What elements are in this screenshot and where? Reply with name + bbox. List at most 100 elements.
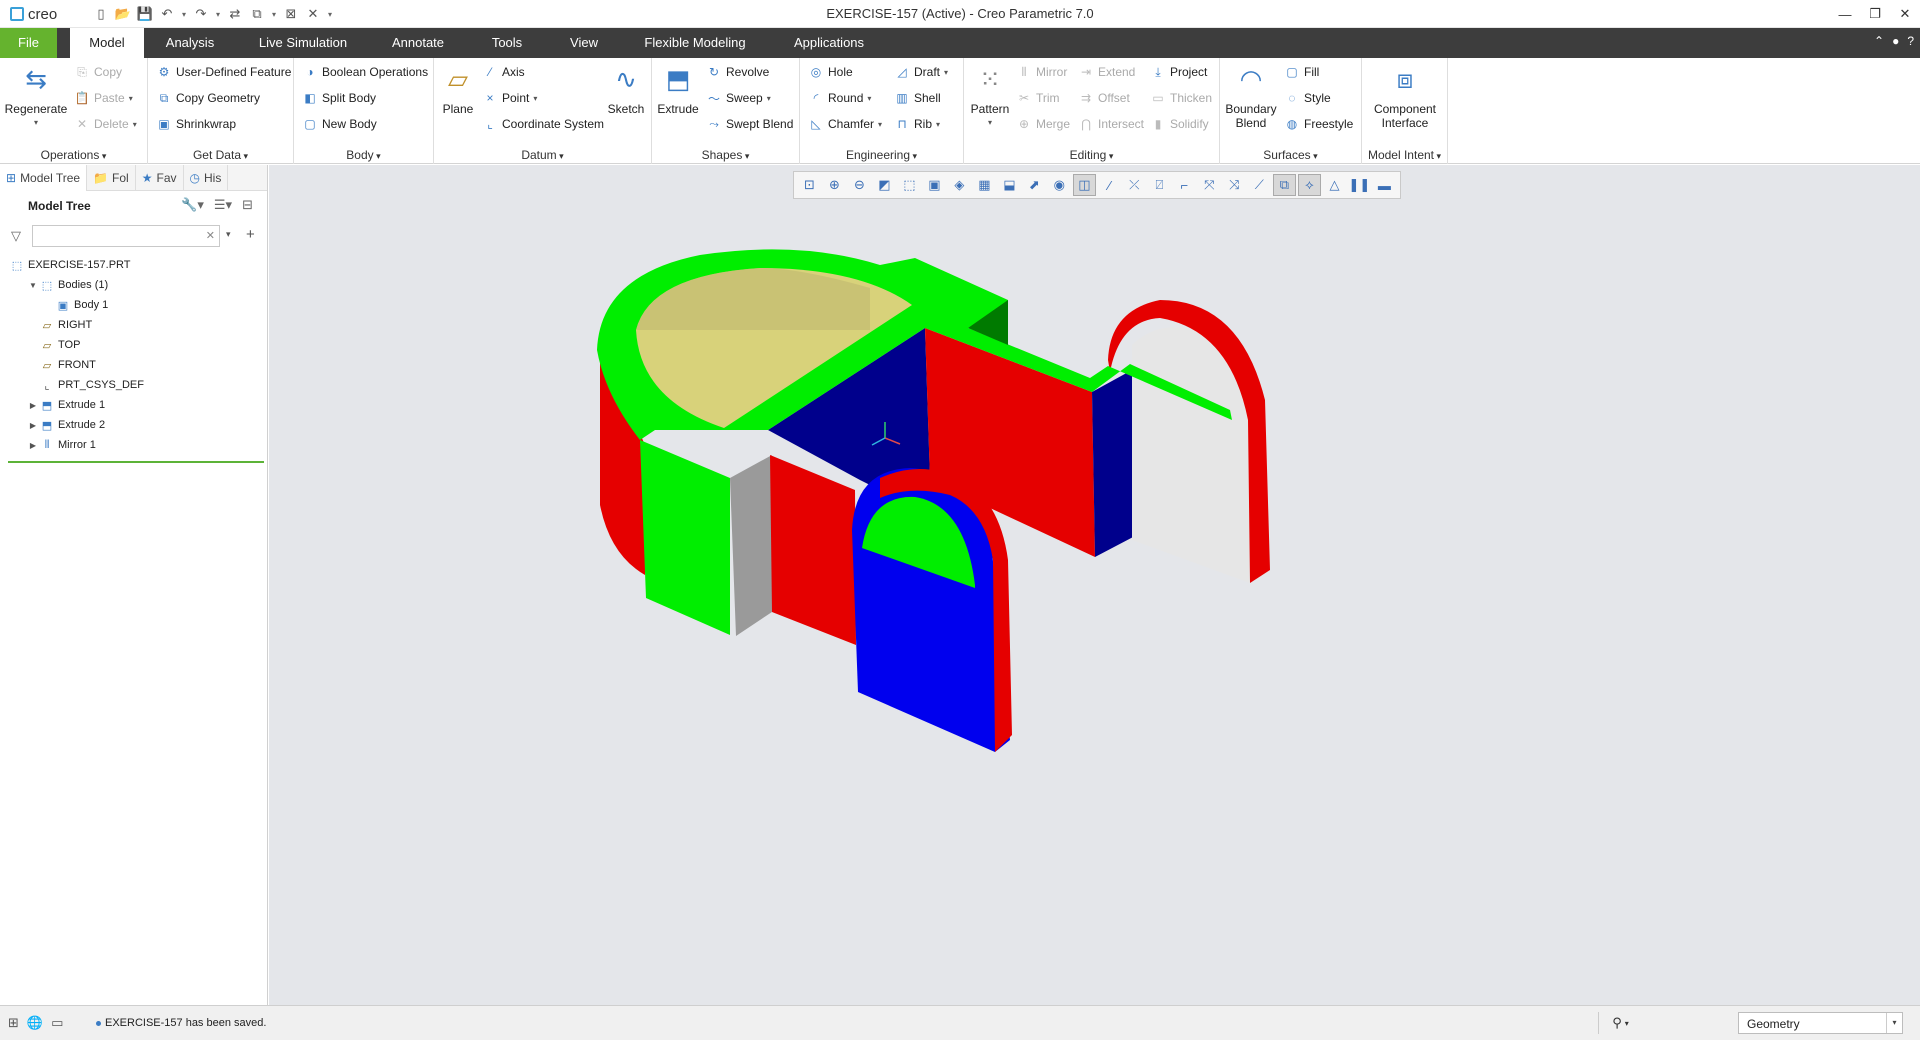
tab-model-tree[interactable]: ⊞ Model Tree bbox=[0, 165, 88, 191]
tab-file[interactable]: File bbox=[0, 28, 57, 58]
collapse-ribbon-icon[interactable]: ⌃ bbox=[1874, 34, 1884, 48]
tab-flexible-modeling[interactable]: Flexible Modeling bbox=[636, 28, 754, 58]
tree-filter-icon[interactable]: ⊟ bbox=[242, 197, 253, 213]
axis-button[interactable]: ⁄ Axis bbox=[482, 62, 525, 82]
open-file-icon[interactable]: 📂 bbox=[114, 5, 132, 23]
extend-button[interactable]: ⇥ Extend bbox=[1078, 62, 1135, 82]
project-button[interactable]: ⤓ Project bbox=[1150, 62, 1207, 82]
new-body-button[interactable]: ▢ New Body bbox=[302, 114, 376, 134]
datum-group-label[interactable]: Datum bbox=[434, 148, 651, 162]
windows-icon[interactable]: ⧉ bbox=[248, 5, 266, 23]
tree-item[interactable]: ▶ ⫴ Mirror 1 bbox=[0, 435, 268, 455]
tab-history[interactable]: ◷ His bbox=[184, 165, 229, 191]
tree-item[interactable]: ⌞ PRT_CSYS_DEF bbox=[0, 375, 268, 395]
tree-settings-icon[interactable]: 🔧▾ bbox=[181, 197, 204, 213]
tree-show-icon[interactable]: ☰▾ bbox=[214, 197, 232, 213]
surfaces-group-label[interactable]: Surfaces bbox=[1220, 148, 1361, 162]
hole-button[interactable]: ◎ Hole bbox=[808, 62, 853, 82]
new-file-icon[interactable]: ▯ bbox=[92, 5, 110, 23]
tree-item[interactable]: ▱ RIGHT bbox=[0, 315, 268, 335]
solidify-button[interactable]: ▮ Solidify bbox=[1150, 114, 1209, 134]
help-icon[interactable]: ? bbox=[1907, 34, 1914, 48]
expand-icon[interactable]: ▶ bbox=[28, 441, 38, 450]
merge-button[interactable]: ⊕ Merge bbox=[1016, 114, 1070, 134]
tab-applications[interactable]: Applications bbox=[784, 28, 874, 58]
restore-icon[interactable]: ❐ bbox=[1860, 0, 1890, 28]
tree-item[interactable]: ▱ TOP bbox=[0, 335, 268, 355]
tab-favorites[interactable]: ★ Fav bbox=[136, 165, 184, 191]
close-icon[interactable]: ✕ bbox=[1890, 0, 1920, 28]
toggle-navigator-icon[interactable]: ⊞ bbox=[8, 1015, 19, 1031]
redo-icon[interactable]: ↷ bbox=[192, 5, 210, 23]
mirror-button[interactable]: ⫴ Mirror bbox=[1016, 62, 1067, 82]
editing-group-label[interactable]: Editing bbox=[964, 148, 1219, 162]
coordinate-system-button[interactable]: ⌞ Coordinate System bbox=[482, 114, 604, 134]
plane-button[interactable]: ▱ Plane bbox=[438, 62, 478, 116]
get-data-group-label[interactable]: Get Data bbox=[148, 148, 293, 162]
toggle-browser-icon[interactable]: 🌐 bbox=[27, 1015, 43, 1031]
part-model-view[interactable] bbox=[269, 165, 1920, 1005]
boundary-blend-button[interactable]: ◠ Boundary Blend bbox=[1224, 62, 1278, 130]
draft-button[interactable]: ◿ Draft ▾ bbox=[894, 62, 948, 82]
fill-button[interactable]: ▢ Fill bbox=[1284, 62, 1319, 82]
component-interface-button[interactable]: ⧈ Component Interface bbox=[1366, 62, 1444, 130]
save-icon[interactable]: 💾 bbox=[136, 5, 154, 23]
graphics-viewport[interactable]: ⊡ ⊕ ⊖ ◩ ⬚ ▣ ◈ ▦ ⬓ ⬈ ◉ ◫ ⁄ ⤫ ⍁ ⌐ ⤧ ⤨ ⟋ ⧉ … bbox=[269, 165, 1920, 1005]
round-button[interactable]: ◜ Round ▾ bbox=[808, 88, 872, 108]
regenerate-small-icon[interactable]: ⇄ bbox=[226, 5, 244, 23]
intersect-button[interactable]: ⋂ Intersect bbox=[1078, 114, 1144, 134]
extrude-button[interactable]: ⬒ Extrude bbox=[656, 62, 700, 116]
shrinkwrap-button[interactable]: ▣ Shrinkwrap bbox=[156, 114, 236, 134]
chamfer-button[interactable]: ◺ Chamfer ▾ bbox=[808, 114, 882, 134]
copy-button[interactable]: ⎘ Copy bbox=[74, 62, 122, 82]
customize-qat-icon[interactable]: ▾ bbox=[326, 10, 334, 19]
revolve-button[interactable]: ↻ Revolve bbox=[706, 62, 769, 82]
undo-icon[interactable]: ↶ bbox=[158, 5, 176, 23]
clear-search-icon[interactable]: ✕ bbox=[206, 229, 215, 242]
tree-item[interactable]: ⬚ EXERCISE-157.PRT bbox=[0, 255, 268, 275]
tab-folder-browser[interactable]: 📁 Fol bbox=[87, 165, 136, 191]
tree-item[interactable]: ▼ ⬚ Bodies (1) bbox=[0, 275, 268, 295]
tab-model[interactable]: Model bbox=[70, 28, 144, 58]
boolean-operations-button[interactable]: ◑ Boolean Operations bbox=[302, 62, 428, 82]
redo-dropdown-icon[interactable]: ▾ bbox=[214, 10, 222, 19]
selection-filter-select[interactable]: Geometry ▾ bbox=[1738, 1012, 1903, 1034]
user-icon[interactable]: ● bbox=[1892, 34, 1899, 48]
sweep-button[interactable]: 〜 Sweep ▾ bbox=[706, 88, 771, 108]
model-intent-group-label[interactable]: Model Intent bbox=[1362, 148, 1447, 162]
delete-button[interactable]: ✕ Delete ▾ bbox=[74, 114, 137, 134]
expand-icon[interactable]: ▶ bbox=[28, 421, 38, 430]
swept-blend-button[interactable]: ⤳ Swept Blend bbox=[706, 114, 793, 134]
minimize-icon[interactable]: — bbox=[1830, 0, 1860, 28]
pattern-button[interactable]: ⁙ Pattern ▾ bbox=[968, 62, 1012, 130]
paste-button[interactable]: 📋 Paste ▾ bbox=[74, 88, 133, 108]
tree-item[interactable]: ▣ Body 1 bbox=[0, 295, 268, 315]
sketch-button[interactable]: ∿ Sketch bbox=[604, 62, 648, 116]
tab-tools[interactable]: Tools bbox=[480, 28, 534, 58]
tree-item[interactable]: ▱ FRONT bbox=[0, 355, 268, 375]
full-screen-icon[interactable]: ▭ bbox=[51, 1015, 63, 1031]
tree-item[interactable]: ▶ ⬒ Extrude 2 bbox=[0, 415, 268, 435]
regenerate-button[interactable]: ⇆ Regenerate ▾ bbox=[4, 62, 68, 130]
tools-x-icon[interactable]: ✕ bbox=[304, 5, 322, 23]
shell-button[interactable]: ▥ Shell bbox=[894, 88, 940, 108]
search-options-dropdown-icon[interactable]: ▾ bbox=[226, 229, 231, 240]
copy-geometry-button[interactable]: ⧉ Copy Geometry bbox=[156, 88, 260, 108]
tree-item[interactable]: ▶ ⬒ Extrude 1 bbox=[0, 395, 268, 415]
operations-group-label[interactable]: Operations bbox=[0, 148, 147, 162]
find-button[interactable]: ⚲ ▾ bbox=[1598, 1012, 1642, 1034]
split-body-button[interactable]: ◧ Split Body bbox=[302, 88, 376, 108]
engineering-group-label[interactable]: Engineering bbox=[800, 148, 963, 162]
udf-button[interactable]: ⚙ User-Defined Feature bbox=[156, 62, 292, 82]
tab-live-simulation[interactable]: Live Simulation bbox=[250, 28, 356, 58]
add-filter-icon[interactable]: + bbox=[246, 226, 255, 243]
tree-search-input[interactable] bbox=[33, 226, 193, 246]
windows-dropdown-icon[interactable]: ▾ bbox=[270, 10, 278, 19]
tab-view[interactable]: View bbox=[560, 28, 608, 58]
filter-funnel-icon[interactable]: ▽ bbox=[11, 228, 21, 244]
thicken-button[interactable]: ▭ Thicken bbox=[1150, 88, 1212, 108]
tab-analysis[interactable]: Analysis bbox=[154, 28, 226, 58]
shapes-group-label[interactable]: Shapes bbox=[652, 148, 799, 162]
insert-indicator[interactable] bbox=[8, 461, 264, 463]
undo-dropdown-icon[interactable]: ▾ bbox=[180, 10, 188, 19]
